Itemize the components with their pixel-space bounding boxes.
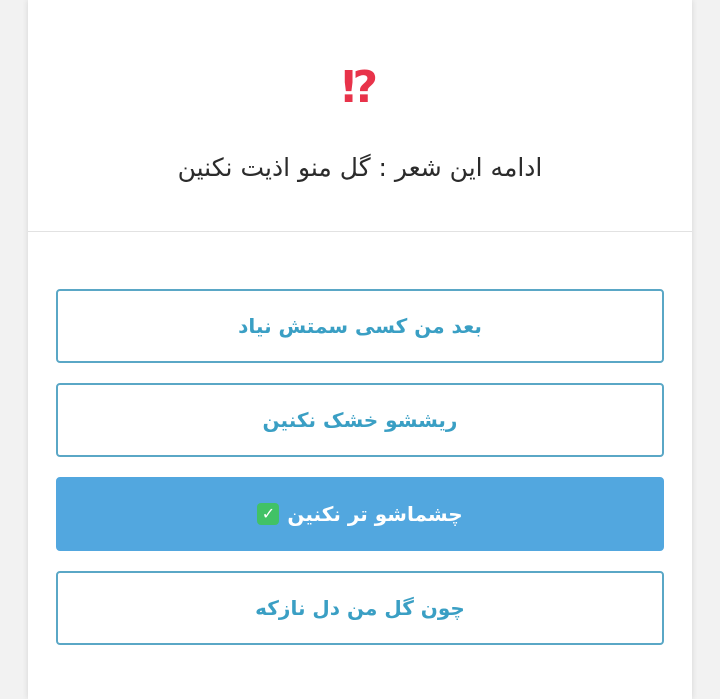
answer-option-label: ریششو خشک نکنین [262,408,458,432]
answer-option-3[interactable]: چشماشو تر نکنین ✓ [56,477,664,551]
answer-option-2[interactable]: ریششو خشک نکنین [56,383,664,457]
check-mark-icon: ✓ [257,503,280,525]
answer-option-label: بعد من کسی سمتش نیاد [238,314,482,338]
answer-option-1[interactable]: بعد من کسی سمتش نیاد [56,289,664,363]
question-text: ادامه این شعر : گل منو اذیت نکنین [177,153,543,182]
answer-option-label: چون گل من دل نازکه [255,596,465,620]
exclamation-question-mark-icon: ⁉ [341,62,379,113]
answer-options: بعد من کسی سمتش نیاد ریششو خشک نکنین چشم… [56,289,664,665]
question-card: ⁉ ادامه این شعر : گل منو اذیت نکنین بعد … [28,0,692,699]
question-header: ⁉ ادامه این شعر : گل منو اذیت نکنین [28,0,692,232]
answer-option-4[interactable]: چون گل من دل نازکه [56,571,664,645]
answer-option-label: چشماشو تر نکنین [287,502,463,526]
